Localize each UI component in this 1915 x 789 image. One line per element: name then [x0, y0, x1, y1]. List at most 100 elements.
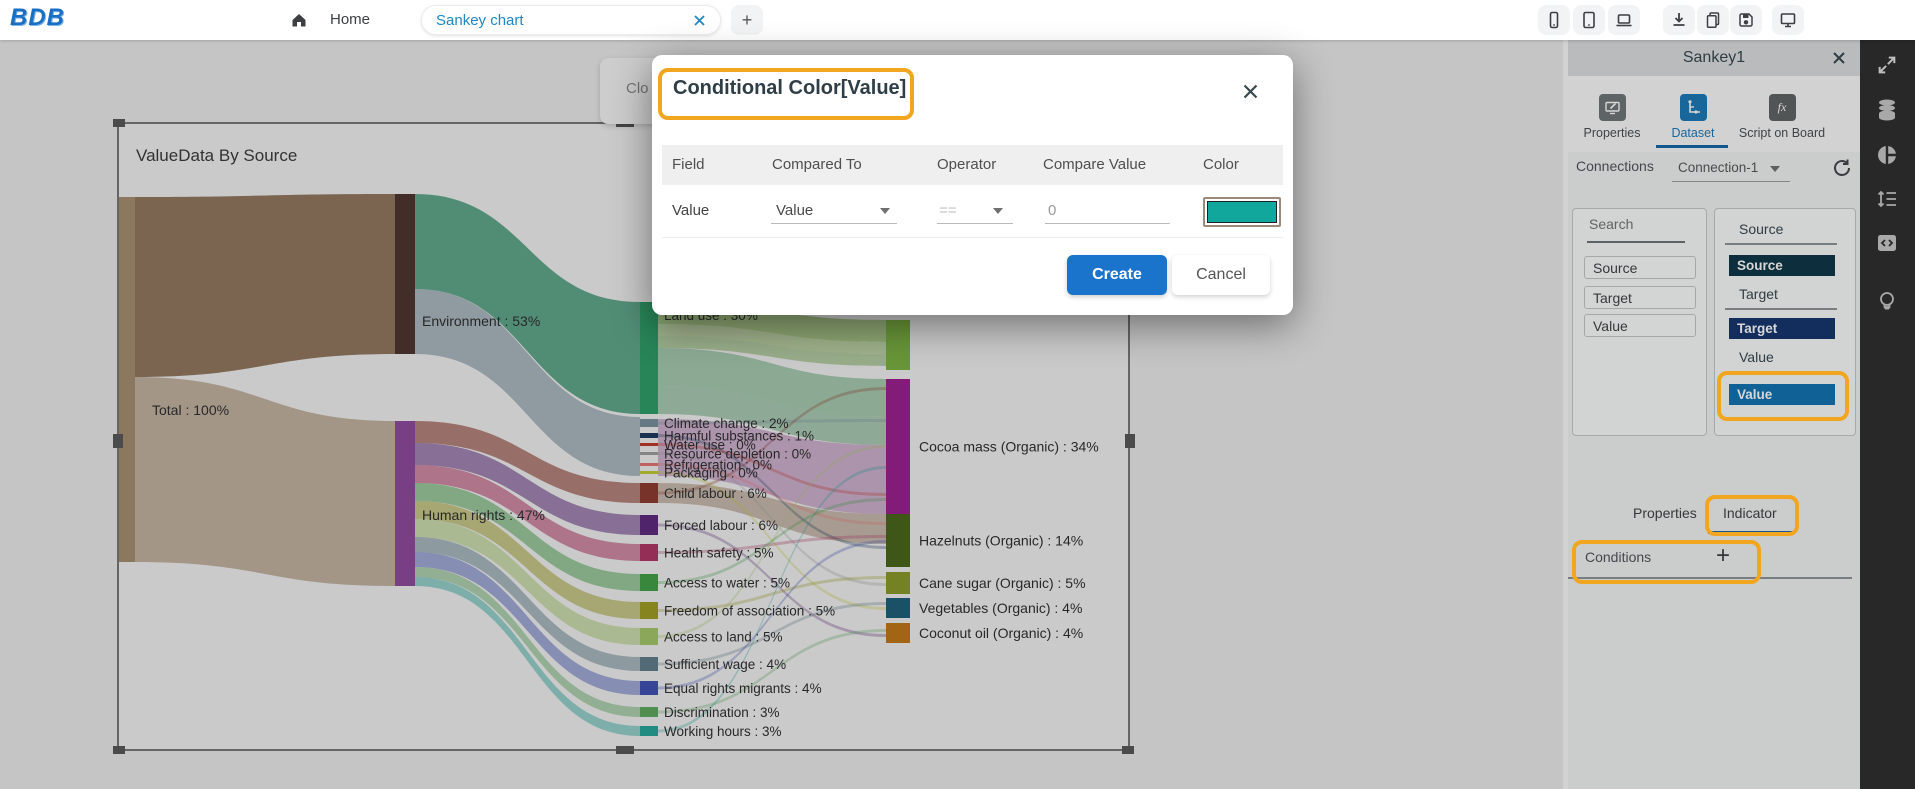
resize-handle[interactable] [113, 434, 123, 448]
resize-handle[interactable] [113, 119, 125, 127]
save-button[interactable] [1730, 5, 1762, 35]
resize-handle[interactable] [1125, 434, 1135, 448]
svg-text:Vegetables (Organic) : 4%: Vegetables (Organic) : 4% [919, 600, 1082, 616]
connection-select[interactable]: Connection-1 [1678, 160, 1758, 175]
pie-chart-icon[interactable] [1876, 144, 1898, 166]
fx-icon: fx [1778, 100, 1787, 115]
col-compare-value: Compare Value [1043, 156, 1146, 173]
indicator-underline [1708, 531, 1795, 534]
color-swatch[interactable] [1207, 201, 1277, 223]
conditional-color-modal: Conditional Color[Value] Field Compared … [652, 55, 1293, 315]
field-item-value[interactable]: Value [1584, 314, 1696, 337]
svg-text:Forced labour : 6%: Forced labour : 6% [664, 518, 778, 533]
laptop-icon [1614, 10, 1634, 30]
line-spacing-icon[interactable] [1876, 188, 1898, 210]
chip-value[interactable]: Value [1729, 384, 1835, 405]
svg-text:Cane sugar (Organic) : 5%: Cane sugar (Organic) : 5% [919, 575, 1086, 591]
color-swatch-frame[interactable] [1203, 197, 1281, 227]
copy-icon [1703, 10, 1723, 30]
dropzone-value-label: Value [1739, 349, 1774, 365]
monitor-icon [1778, 10, 1798, 30]
bottom-tab-properties[interactable]: Properties [1633, 505, 1697, 521]
resize-handle[interactable] [616, 746, 634, 754]
document-tab-label: Sankey chart [436, 12, 693, 29]
duplicate-button[interactable] [1697, 5, 1729, 35]
svg-text:Freedom of association : 5%: Freedom of association : 5% [664, 604, 835, 619]
svg-text:Sufficient wage : 4%: Sufficient wage : 4% [664, 657, 786, 672]
download-button[interactable] [1663, 5, 1695, 35]
laptop-preview-button[interactable] [1608, 5, 1640, 35]
top-bar: BDB Home Sankey chart + [0, 0, 1915, 40]
resize-handle[interactable] [1122, 746, 1134, 754]
compared-to-select[interactable]: Value [776, 202, 813, 219]
panel-tabs: Properties Dataset fx Script on Board [1568, 76, 1860, 152]
mobile-preview-button[interactable] [1538, 5, 1570, 35]
active-tab-underline [1656, 145, 1728, 148]
chevron-down-icon [1770, 166, 1780, 172]
col-compared-to: Compared To [772, 156, 862, 173]
tab-properties[interactable]: Properties [1572, 94, 1652, 140]
svg-text:Human rights : 47%: Human rights : 47% [422, 507, 545, 523]
underline [771, 223, 897, 224]
panel-header: Sankey1 [1568, 40, 1860, 76]
svg-text:Hazelnuts (Organic) : 14%: Hazelnuts (Organic) : 14% [919, 533, 1083, 549]
code-icon[interactable] [1876, 232, 1898, 254]
expand-icon[interactable] [1876, 54, 1898, 76]
chip-target[interactable]: Target [1729, 318, 1835, 339]
modal-close-icon[interactable] [1242, 83, 1259, 100]
refresh-icon[interactable] [1830, 156, 1854, 180]
document-tab[interactable]: Sankey chart [421, 5, 721, 35]
chevron-down-icon [993, 208, 1003, 214]
conditions-label: Conditions [1585, 549, 1651, 565]
divider [1725, 308, 1837, 310]
dropzones-box: Source Source Target Target Value Value [1714, 208, 1856, 436]
svg-text:Access to land : 5%: Access to land : 5% [664, 630, 783, 645]
download-icon [1669, 10, 1689, 30]
svg-text:Total : 100%: Total : 100% [152, 402, 229, 418]
bottom-tab-indicator[interactable]: Indicator [1723, 505, 1777, 521]
home-label[interactable]: Home [330, 11, 370, 28]
properties-panel: Sankey1 Properties Dataset fx Script on … [1568, 40, 1860, 789]
compare-value-input[interactable]: 0 [1048, 202, 1056, 219]
chip-source[interactable]: Source [1729, 255, 1835, 276]
right-toolbar [1860, 40, 1915, 789]
tab-script-on-board[interactable]: fx Script on Board [1734, 94, 1830, 140]
connection-underline [1672, 181, 1790, 182]
tab-dataset[interactable]: Dataset [1653, 94, 1733, 140]
cancel-button[interactable]: Cancel [1172, 255, 1270, 295]
tablet-preview-button[interactable] [1573, 5, 1605, 35]
row-divider [662, 237, 1283, 238]
close-tab-icon[interactable] [693, 14, 706, 27]
panel-title: Sankey1 [1683, 49, 1745, 67]
svg-text:Health safety : 5%: Health safety : 5% [664, 546, 774, 561]
panel-close-icon[interactable] [1832, 51, 1846, 65]
divider [1725, 243, 1837, 245]
create-button[interactable]: Create [1067, 255, 1167, 295]
database-icon[interactable] [1876, 98, 1898, 122]
col-operator: Operator [937, 156, 996, 173]
chevron-down-icon [880, 208, 890, 214]
fields-box: Source Target Value [1572, 208, 1707, 436]
tablet-icon [1579, 10, 1599, 30]
svg-text:Discrimination : 3%: Discrimination : 3% [664, 705, 780, 720]
svg-text:Cocoa mass (Organic) : 34%: Cocoa mass (Organic) : 34% [919, 439, 1099, 455]
add-tab-button[interactable]: + [731, 5, 763, 35]
field-item-source[interactable]: Source [1584, 256, 1696, 279]
conditions-divider [1568, 577, 1852, 579]
field-item-target[interactable]: Target [1584, 286, 1696, 309]
desktop-preview-button[interactable] [1772, 5, 1804, 35]
underline [1045, 223, 1170, 224]
search-input[interactable] [1587, 215, 1689, 233]
mobile-icon [1544, 10, 1564, 30]
resize-handle[interactable] [113, 746, 125, 754]
properties-icon [1604, 99, 1621, 116]
bulb-icon[interactable] [1876, 290, 1898, 316]
home-icon[interactable] [289, 10, 309, 30]
col-field: Field [672, 156, 705, 173]
operator-select[interactable]: == [939, 202, 957, 219]
add-condition-button[interactable]: + [1716, 542, 1730, 570]
col-color: Color [1203, 156, 1239, 173]
row-field-value: Value [672, 202, 709, 219]
connections-label: Connections [1576, 158, 1654, 174]
svg-text:Child labour : 6%: Child labour : 6% [664, 486, 767, 501]
